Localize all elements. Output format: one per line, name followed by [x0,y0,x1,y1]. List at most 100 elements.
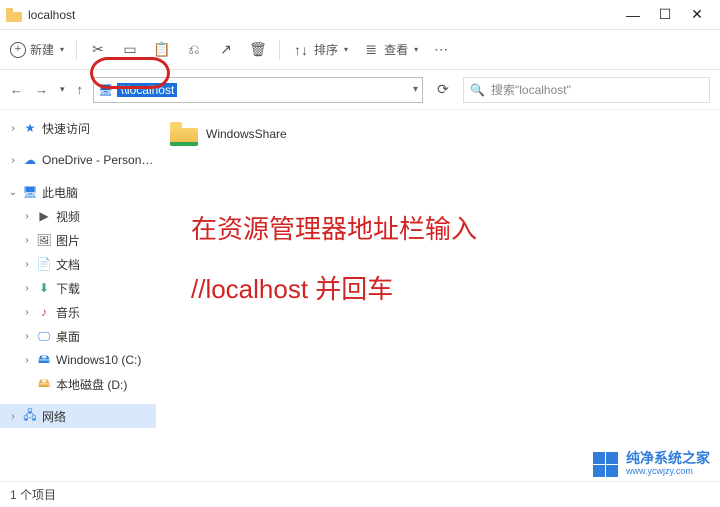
status-bar: 1 个项目 [0,481,720,507]
addressbar-dropdown-icon[interactable]: ▾ [413,84,418,95]
sidebar-item-videos[interactable]: › ▶ 视频 [0,204,156,228]
download-icon: ⬇ [36,281,52,295]
computer-icon: 🖥 [98,83,113,97]
watermark-text: 纯净系统之家 www.ycwjzy.com [626,451,710,476]
search-icon: 🔍 [470,83,485,97]
cloud-icon: ☁ [22,153,38,167]
separator [76,40,77,60]
sidebar: › ★ 快速访问 › ☁ OneDrive - Person… ⌄ 🖥 此电脑 … [0,110,156,480]
more-button[interactable]: ⋯ [432,41,450,59]
star-icon: ★ [22,121,38,135]
search-placeholder: 搜索"localhost" [491,81,571,98]
clipboard-group: ✂ ▭ 📋 ⎌ ↗ 🗑 [89,41,267,59]
sort-icon: ↑↓ [292,41,310,59]
rename-icon[interactable]: ⎌ [185,41,203,59]
sidebar-item-label: 音乐 [56,304,80,321]
chevron-right-icon: › [22,355,32,366]
drive-icon: 🖴 [36,377,52,391]
chevron-down-icon[interactable]: ▾ [60,84,65,95]
sidebar-item-label: 视频 [56,208,80,225]
folder-label: WindowsShare [206,127,287,141]
sidebar-item-label: Windows10 (C:) [56,353,141,367]
sidebar-item-drive-d[interactable]: › 🖴 本地磁盘 (D:) [0,372,156,396]
paste-icon[interactable]: 📋 [153,41,171,59]
chevron-down-icon: ▾ [344,45,348,54]
music-icon: ♪ [36,305,52,319]
sidebar-item-quick-access[interactable]: › ★ 快速访问 [0,116,156,140]
minimize-button[interactable]: — [626,8,640,22]
sidebar-item-onedrive[interactable]: › ☁ OneDrive - Person… [0,148,156,172]
chevron-right-icon: › [22,331,32,342]
view-label: 查看 [384,41,408,58]
video-icon: ▶ [36,209,52,223]
chevron-right-icon: › [22,283,32,294]
shared-folder-icon [170,122,198,146]
close-button[interactable]: ✕ [690,8,704,22]
chevron-right-icon: › [8,123,18,134]
chevron-right-icon: › [22,307,32,318]
watermark-url: www.ycwjzy.com [626,467,710,477]
sidebar-item-label: 快速访问 [42,120,90,137]
chevron-down-icon: ▾ [60,45,64,54]
annotation-line-2: //localhost 并回车 [191,260,477,320]
annotation-text: 在资源管理器地址栏输入 //localhost 并回车 [191,200,477,320]
watermark: 纯净系统之家 www.ycwjzy.com [592,451,710,477]
sidebar-item-music[interactable]: › ♪ 音乐 [0,300,156,324]
sidebar-item-this-pc[interactable]: ⌄ 🖥 此电脑 [0,180,156,204]
annotation-line-1: 在资源管理器地址栏输入 [191,200,477,260]
navbar: ← → ▾ ↑ 🖥 \\localhost ▾ ⟳ 🔍 搜索"localhost… [0,70,720,110]
sidebar-item-documents[interactable]: › 📄 文档 [0,252,156,276]
forward-button[interactable]: → [35,82,48,97]
window-titlebar: localhost — ☐ ✕ [0,0,720,30]
delete-icon[interactable]: 🗑 [249,41,267,59]
address-bar[interactable]: 🖥 \\localhost ▾ [93,77,423,103]
sidebar-item-label: 本地磁盘 (D:) [56,376,127,393]
sidebar-item-drive-c[interactable]: › 🖴 Windows10 (C:) [0,348,156,372]
copy-icon[interactable]: ▭ [121,41,139,59]
folder-icon [6,8,22,22]
body-area: › ★ 快速访问 › ☁ OneDrive - Person… ⌄ 🖥 此电脑 … [0,110,720,480]
chevron-right-icon: › [22,211,32,222]
sidebar-item-label: 桌面 [56,328,80,345]
sidebar-item-label: 文档 [56,256,80,273]
sidebar-item-label: OneDrive - Person… [42,153,153,167]
sidebar-item-network[interactable]: › 🖧 网络 [0,404,156,428]
chevron-right-icon: › [8,411,18,422]
share-icon[interactable]: ↗ [217,41,235,59]
separator [279,40,280,60]
watermark-title: 纯净系统之家 [626,451,710,466]
refresh-button[interactable]: ⟳ [433,81,453,98]
cut-icon[interactable]: ✂ [89,41,107,59]
window-controls: — ☐ ✕ [626,8,714,22]
toolbar: + 新建 ▾ ✂ ▭ 📋 ⎌ ↗ 🗑 ↑↓ 排序 ▾ ≣ 查看 ▾ ⋯ [0,30,720,70]
nav-arrows: ← → ▾ ↑ [10,82,83,97]
chevron-down-icon: ⌄ [8,187,18,198]
sidebar-item-label: 图片 [56,232,80,249]
chevron-right-icon: › [8,155,18,166]
window-title: localhost [28,8,75,22]
search-input[interactable]: 🔍 搜索"localhost" [463,77,710,103]
view-icon: ≣ [362,41,380,59]
up-button[interactable]: ↑ [77,82,84,97]
new-button[interactable]: + 新建 ▾ [10,41,64,58]
back-button[interactable]: ← [10,82,23,97]
sort-button[interactable]: ↑↓ 排序 ▾ [292,41,348,59]
content-pane: WindowsShare 在资源管理器地址栏输入 //localhost 并回车 [156,110,720,480]
document-icon: 📄 [36,257,52,271]
chevron-right-icon: › [22,235,32,246]
chevron-down-icon: ▾ [414,45,418,54]
sidebar-item-pictures[interactable]: › 🖼 图片 [0,228,156,252]
sidebar-item-desktop[interactable]: › 🖵 桌面 [0,324,156,348]
view-button[interactable]: ≣ 查看 ▾ [362,41,418,59]
desktop-icon: 🖵 [36,329,52,343]
drive-icon: 🖴 [36,353,52,367]
watermark-logo-icon [592,451,618,477]
sidebar-item-downloads[interactable]: › ⬇ 下载 [0,276,156,300]
view-group: ↑↓ 排序 ▾ ≣ 查看 ▾ ⋯ [292,41,450,59]
status-item-count: 1 个项目 [10,486,56,503]
plus-circle-icon: + [10,42,26,58]
network-icon: 🖧 [22,409,38,423]
folder-item[interactable]: WindowsShare [170,118,706,150]
sort-label: 排序 [314,41,338,58]
maximize-button[interactable]: ☐ [658,8,672,22]
